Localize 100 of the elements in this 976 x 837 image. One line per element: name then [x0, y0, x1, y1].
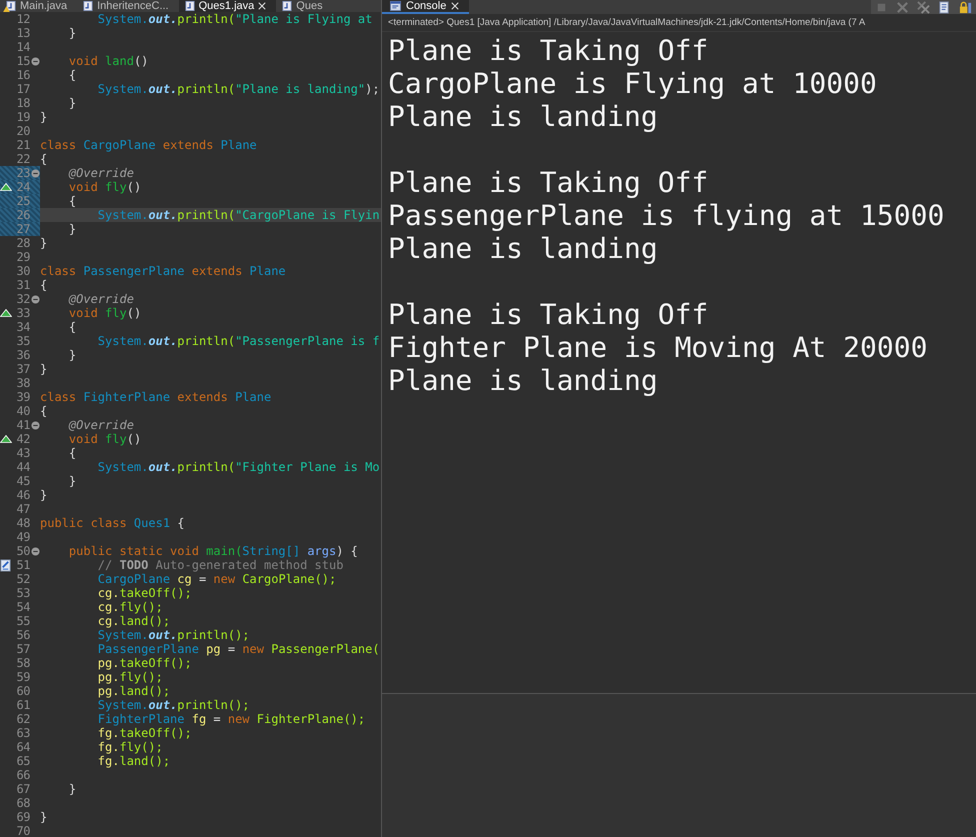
code-line: {	[68, 194, 76, 208]
code-line: }	[40, 362, 48, 376]
collapse-icon[interactable]	[31, 420, 40, 430]
code-line: FighterPlane fg = new FighterPlane();	[96, 712, 366, 726]
lock-icon[interactable]	[959, 0, 972, 14]
editor-tab[interactable]: Ques	[276, 0, 333, 12]
code-line: {	[40, 278, 48, 292]
code-line: }	[68, 348, 76, 362]
console-tab[interactable]: Console	[382, 0, 470, 14]
line-number: 47	[16, 502, 30, 516]
line-number: 43	[16, 446, 30, 460]
remove-all-icon[interactable]	[917, 0, 930, 14]
collapse-icon[interactable]	[31, 546, 40, 556]
line-number: 36	[16, 348, 30, 362]
editor-tab[interactable]: Ques1.java	[178, 0, 276, 12]
line-number: 35	[16, 334, 30, 348]
code-line: System.out.println();	[96, 698, 250, 712]
close-icon[interactable]	[451, 2, 460, 10]
code-line: fg.land();	[96, 754, 170, 768]
line-number: 41	[16, 418, 30, 432]
line-number: 66	[16, 768, 30, 782]
line-number: 33	[16, 306, 30, 320]
line-number: 55	[16, 614, 30, 628]
line-number: 17	[16, 82, 30, 96]
code-line: class PassengerPlane extends Plane	[40, 264, 286, 278]
line-number: 65	[16, 754, 30, 768]
line-number: 69	[16, 810, 30, 824]
code-line: // TODO Auto-generated method stub	[96, 558, 344, 572]
code-line: @Override	[68, 166, 134, 180]
line-number: 31	[16, 278, 30, 292]
code-line: System.out.println("Fighter Plane is Mo	[96, 460, 380, 474]
line-number: 52	[16, 572, 30, 586]
line-number: 12	[16, 12, 30, 26]
line-number: 62	[16, 712, 30, 726]
line-number: 24	[16, 180, 30, 194]
editor-tab[interactable]: Main.java	[0, 0, 78, 12]
code-line: }	[68, 782, 76, 796]
code-line: {	[68, 320, 76, 334]
line-number: 45	[16, 474, 30, 488]
code-line: class CargoPlane extends Plane	[40, 138, 257, 152]
editor-tab[interactable]: InheritenceC...	[77, 0, 179, 12]
console-icon	[390, 1, 401, 11]
line-number: 42	[16, 432, 30, 446]
code-line: System.out.println("Plane is landing");	[96, 82, 380, 96]
console-output-line: Plane is Taking Off	[388, 34, 710, 67]
line-number: 68	[16, 796, 30, 810]
line-number: 63	[16, 726, 30, 740]
code-line: CargoPlane cg = new CargoPlane();	[96, 572, 336, 586]
line-number: 51	[16, 558, 30, 572]
code-line: void fly()	[68, 432, 142, 446]
code-line: class FighterPlane extends Plane	[40, 390, 272, 404]
code-line: }	[68, 26, 76, 40]
close-icon[interactable]	[258, 2, 266, 10]
code-line: }	[68, 96, 76, 110]
line-number: 29	[16, 250, 30, 264]
line-number: 40	[16, 404, 30, 418]
line-number: 14	[16, 40, 30, 54]
document-icon[interactable]	[938, 0, 951, 14]
line-number: 39	[16, 390, 30, 404]
code-line: }	[40, 236, 48, 250]
console-output-line: Plane is landing	[388, 232, 659, 265]
code-line: pg.fly();	[96, 670, 163, 684]
line-number: 64	[16, 740, 30, 754]
code-line: }	[40, 110, 48, 124]
console-status-text: <terminated> Ques1 [Java Application] /Library/Java/JavaVirtualMachines/jdk-21.jdk/Contents/Home/bin/java (7 A	[382, 14, 976, 32]
code-line: void land()	[68, 54, 148, 68]
line-number: 44	[16, 460, 30, 474]
line-number: 61	[16, 698, 30, 712]
code-line: fg.fly();	[96, 740, 163, 754]
line-number: 67	[16, 782, 30, 796]
collapse-icon[interactable]	[31, 294, 40, 304]
line-number: 57	[16, 642, 30, 656]
code-line: void fly()	[68, 180, 142, 194]
line-number: 50	[16, 544, 30, 558]
line-number: 60	[16, 684, 30, 698]
line-number: 53	[16, 586, 30, 600]
collapse-icon[interactable]	[31, 56, 40, 66]
code-line: public static void main(String[] args) {	[68, 544, 358, 558]
line-number: 22	[16, 152, 30, 166]
code-line: }	[68, 222, 76, 236]
code-line: cg.takeOff();	[96, 586, 192, 600]
code-line: void fly()	[68, 306, 142, 320]
line-number: 59	[16, 670, 30, 684]
line-number: 32	[16, 292, 30, 306]
code-line: cg.land();	[96, 614, 170, 628]
java-file-icon	[282, 1, 292, 11]
collapse-icon[interactable]	[31, 168, 40, 178]
line-number: 38	[16, 376, 30, 390]
code-line: {	[40, 152, 48, 166]
line-number: 27	[16, 222, 30, 236]
line-number: 30	[16, 264, 30, 278]
java-file-icon	[184, 1, 195, 11]
console-output-line: Plane is landing	[388, 364, 659, 397]
line-number: 46	[16, 488, 30, 502]
code-line: System.out.println();	[96, 628, 250, 642]
console-output-line: CargoPlane is Flying at 10000	[388, 67, 878, 100]
code-line: pg.land();	[96, 684, 170, 698]
console-output-line: PassengerPlane is flying at 15000	[388, 199, 946, 232]
code-line: }	[68, 474, 76, 488]
line-number: 70	[16, 824, 30, 837]
